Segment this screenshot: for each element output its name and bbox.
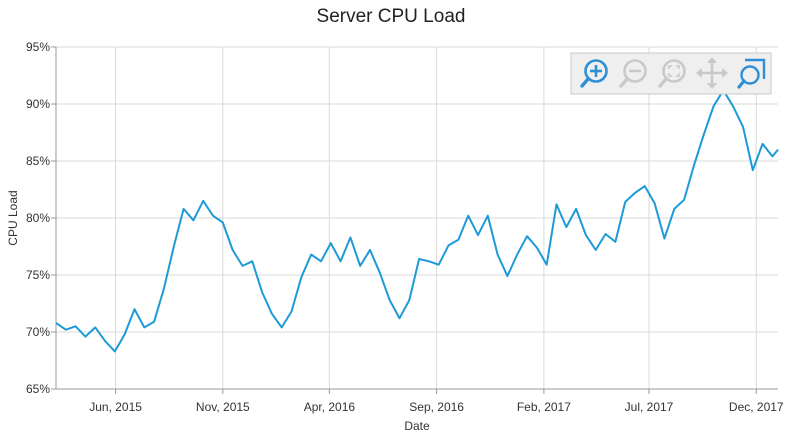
reset-zoom-button[interactable] [656,56,690,90]
x-tick-label: Jun, 2015 [89,400,142,414]
x-tick-label: Jul, 2017 [625,400,674,414]
y-tick-label: 80% [26,211,50,225]
x-tick-label: Dec, 2017 [729,400,784,414]
y-tick-labels: 65% 70% 75% 80% 85% 90% 95% [26,40,50,396]
x-tick-labels: Jun, 2015 Nov, 2015 Apr, 2016 Sep, 2016 Feb,… [89,400,784,414]
x-axis-title: Date [404,419,430,433]
cpu-load-series-line [55,89,779,353]
selection-zoom-button[interactable] [734,56,768,90]
x-tick-label: Feb, 2017 [517,400,571,414]
y-tick-label: 75% [26,268,50,282]
series-layer [55,89,779,353]
y-tick-label: 85% [26,154,50,168]
y-tick-label: 70% [26,325,50,339]
zoom-toolbar [570,52,772,95]
zoom-in-button[interactable] [578,56,612,90]
y-tick-label: 65% [26,382,50,396]
y-tick-label: 90% [26,97,50,111]
chart-title: Server CPU Load [317,6,466,27]
chart-container: Server CPU Load 65% 70% 75% 80% 85% 90% 95% Ju… [0,0,800,439]
x-tick-label: Nov, 2015 [196,400,250,414]
y-axis-title: CPU Load [6,190,20,245]
cpu-load-chart: Server CPU Load 65% 70% 75% 80% 85% 90% 95% Ju… [6,6,784,433]
pan-button[interactable] [695,56,729,90]
grid [51,46,778,394]
y-tick-label: 95% [26,40,50,54]
x-tick-label: Sep, 2016 [409,400,464,414]
x-tick-label: Apr, 2016 [304,400,356,414]
zoom-out-button[interactable] [617,56,651,90]
